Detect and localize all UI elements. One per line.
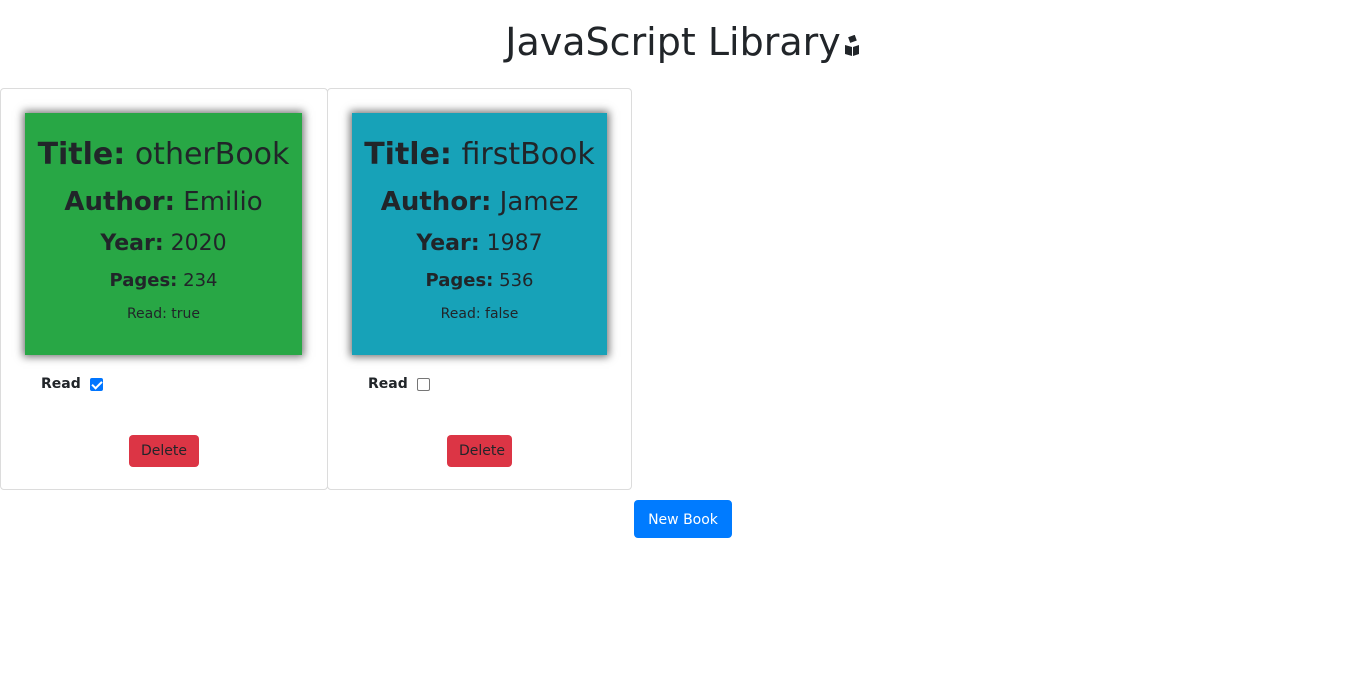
page: JavaScript Library Title: otherBook Auth… <box>0 0 1366 695</box>
book-author: Author: Jamez <box>380 187 579 217</box>
delete-button[interactable]: Delete <box>129 435 199 467</box>
book-title: Title: otherBook <box>37 137 290 172</box>
page-header: JavaScript Library <box>0 14 1366 70</box>
new-book-button[interactable]: New Book <box>634 500 732 538</box>
book-author: Author: Emilio <box>64 187 263 217</box>
book-cover: Title: otherBook Author: Emilio Year: 20… <box>25 113 302 355</box>
book-pages: Pages: 536 <box>425 270 534 291</box>
book-read-status: Read: false <box>440 306 519 322</box>
read-checkbox[interactable] <box>89 377 103 391</box>
delete-button[interactable]: Delete <box>447 435 512 467</box>
book-pages: Pages: 234 <box>109 270 218 291</box>
read-checkbox-label: Read <box>368 376 408 392</box>
read-toggle-row: Read <box>368 373 430 395</box>
book-card: Title: firstBook Author: Jamez Year: 198… <box>327 88 632 490</box>
book-title: Title: firstBook <box>364 137 595 172</box>
read-toggle-row: Read <box>41 373 103 395</box>
book-cover: Title: firstBook Author: Jamez Year: 198… <box>352 113 607 355</box>
book-stack-icon <box>841 16 861 56</box>
book-year: Year: 1987 <box>416 231 543 256</box>
book-year: Year: 2020 <box>100 231 227 256</box>
read-checkbox[interactable] <box>416 377 430 391</box>
book-card: Title: otherBook Author: Emilio Year: 20… <box>0 88 328 490</box>
book-read-status: Read: true <box>126 306 201 322</box>
page-title: JavaScript Library <box>505 20 841 64</box>
read-checkbox-label: Read <box>41 376 81 392</box>
